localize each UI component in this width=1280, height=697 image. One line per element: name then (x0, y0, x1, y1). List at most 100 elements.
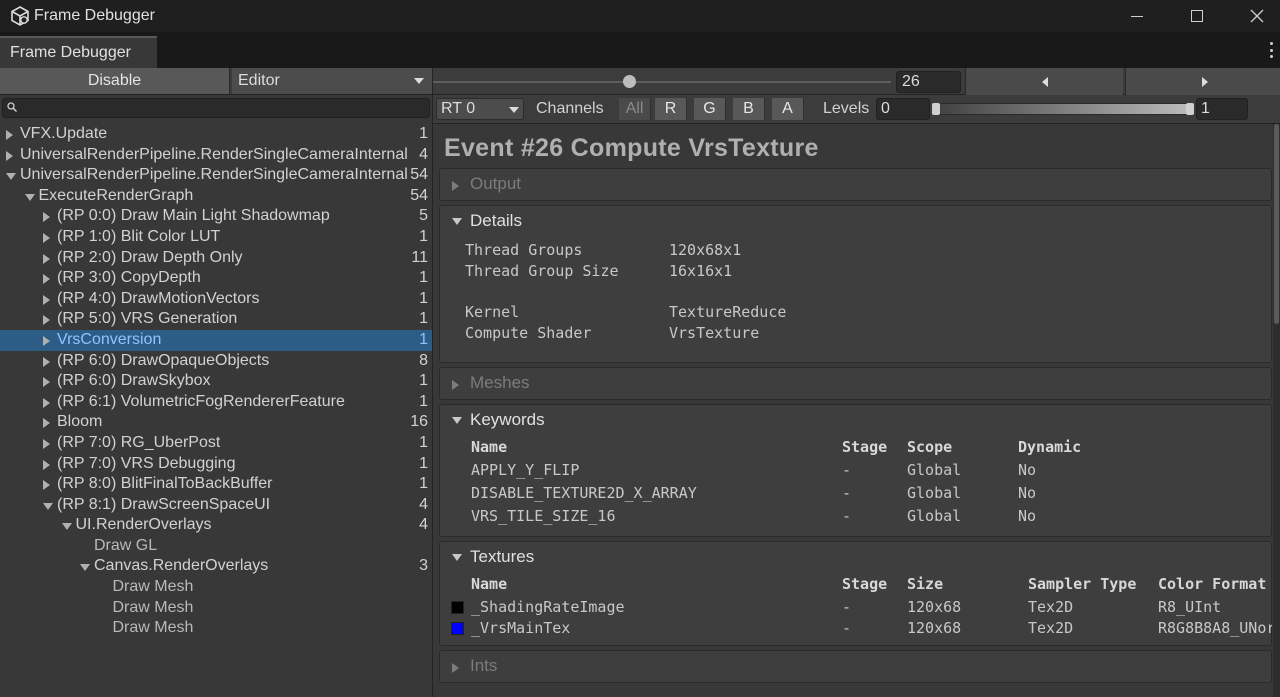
tree-item-label: (RP 8:0) BlitFinalToBackBuffer (57, 475, 273, 493)
chevron-right-icon[interactable] (43, 377, 50, 388)
chevron-down-icon (452, 417, 462, 424)
tree-item-count: 1 (419, 227, 428, 245)
tree-item[interactable]: UniversalRenderPipeline.RenderSingleCame… (0, 165, 432, 186)
tree-item[interactable]: (RP 8:0) BlitFinalToBackBuffer 1 (0, 474, 432, 495)
keyword-stage: - (842, 507, 852, 525)
column-header: Color Format (1158, 575, 1267, 593)
tree-item[interactable]: VrsConversion 1 (0, 329, 432, 351)
tree-item-label: (RP 6:1) VolumetricFogRendererFeature (57, 392, 345, 410)
search-input[interactable] (23, 99, 423, 117)
chevron-right-icon[interactable] (43, 232, 50, 243)
tree-item[interactable]: Draw Mesh (0, 577, 432, 598)
tree-item-label: (RP 8:1) DrawScreenSpaceUI (57, 495, 271, 513)
tree-item[interactable]: Draw Mesh (0, 618, 432, 639)
chevron-right-icon[interactable] (43, 418, 50, 429)
event-hierarchy-panel: Disable Editor VFX.Update 1 UniversalRende… (0, 68, 433, 697)
arrow-left-icon (1042, 77, 1048, 87)
details-header[interactable]: Details (470, 206, 522, 236)
tab-frame-debugger[interactable]: Frame Debugger (0, 36, 157, 68)
chevron-down-icon[interactable] (6, 173, 16, 181)
tree-item[interactable]: Draw GL (0, 536, 432, 557)
tree-item[interactable]: (RP 7:0) VRS Debugging 1 (0, 454, 432, 475)
tree-item[interactable]: (RP 4:0) DrawMotionVectors 1 (0, 289, 432, 310)
tree-item[interactable]: Draw Mesh (0, 598, 432, 619)
texture-color-format: R8G8B8A8_UNorm (1158, 619, 1272, 637)
chevron-right-icon[interactable] (43, 212, 50, 223)
event-slider-track[interactable] (433, 81, 891, 83)
more-options-icon[interactable] (1270, 42, 1274, 58)
chevron-right-icon[interactable] (6, 130, 13, 140)
texture-name[interactable]: _ShadingRateImage (471, 598, 625, 616)
ints-header[interactable]: Ints (470, 651, 497, 681)
search-field[interactable] (2, 98, 430, 118)
chevron-down-icon[interactable] (24, 193, 35, 201)
tree-item[interactable]: ExecuteRenderGraph 54 (0, 186, 432, 207)
meshes-header[interactable]: Meshes (470, 368, 530, 398)
column-header: Stage (842, 575, 888, 593)
tree-item[interactable]: (RP 6:1) VolumetricFogRendererFeature 1 (0, 392, 432, 413)
texture-name[interactable]: _VrsMainTex (471, 619, 570, 637)
meshes-section[interactable]: Meshes (439, 367, 1272, 400)
chevron-down-icon[interactable] (61, 523, 72, 531)
next-event-button[interactable] (1125, 68, 1280, 95)
chevron-down-icon[interactable] (43, 502, 53, 510)
tree-item[interactable]: UI.RenderOverlays 4 (0, 515, 432, 536)
output-header[interactable]: Output (470, 169, 521, 199)
channel-r-button[interactable]: R (655, 98, 687, 120)
chevron-right-icon[interactable] (43, 459, 50, 470)
tree-item[interactable]: (RP 1:0) Blit Color LUT 1 (0, 227, 432, 248)
levels-range-slider[interactable] (932, 103, 1194, 115)
output-section[interactable]: Output (439, 168, 1272, 201)
tree-item[interactable]: (RP 6:0) DrawOpaqueObjects 8 (0, 351, 432, 372)
chevron-right-icon[interactable] (43, 480, 50, 491)
chevron-right-icon[interactable] (43, 253, 50, 264)
tree-item-count: 3 (419, 557, 428, 575)
keywords-section: Keywords Name Stage Scope Dynamic APPLY_… (439, 404, 1272, 537)
tree-item[interactable]: Canvas.RenderOverlays 3 (0, 556, 432, 577)
textures-header[interactable]: Textures (470, 542, 534, 572)
tree-item-label: UI.RenderOverlays (75, 516, 212, 534)
ints-section[interactable]: Ints (439, 650, 1272, 683)
previous-event-button[interactable] (965, 68, 1123, 95)
maximize-button[interactable] (1168, 0, 1226, 32)
disable-button[interactable]: Disable (0, 68, 230, 94)
tree-item[interactable]: (RP 3:0) CopyDepth 1 (0, 268, 432, 289)
search-icon (7, 102, 17, 112)
tree-item[interactable]: UniversalRenderPipeline.RenderSingleCame… (0, 145, 432, 166)
channel-a-button[interactable]: A (772, 98, 804, 120)
texture-stage: - (842, 619, 852, 637)
channel-all-button[interactable]: All (619, 98, 651, 120)
channel-g-button[interactable]: G (694, 98, 726, 120)
event-index-field[interactable]: 26 (896, 71, 961, 93)
tree-item[interactable]: (RP 6:0) DrawSkybox 1 (0, 371, 432, 392)
chevron-right-icon[interactable] (43, 274, 50, 285)
detail-key: Compute Shader (465, 324, 592, 342)
chevron-right-icon[interactable] (43, 397, 50, 408)
keywords-header[interactable]: Keywords (470, 405, 545, 435)
levels-min-field[interactable]: 0 (876, 98, 930, 120)
chevron-right-icon[interactable] (43, 294, 50, 305)
tree-item[interactable]: (RP 0:0) Draw Main Light Shadowmap 5 (0, 206, 432, 227)
chevron-right-icon[interactable] (43, 356, 50, 367)
chevron-right-icon[interactable] (43, 335, 50, 346)
chevron-down-icon[interactable] (80, 564, 90, 572)
render-target-dropdown[interactable]: RT 0 (436, 98, 524, 120)
tree-item[interactable]: (RP 8:1) DrawScreenSpaceUI 4 (0, 495, 432, 516)
chevron-right-icon[interactable] (43, 438, 50, 449)
vertical-scrollbar[interactable] (1273, 124, 1280, 697)
channel-b-button[interactable]: B (733, 98, 765, 120)
tree-item[interactable]: (RP 5:0) VRS Generation 1 (0, 309, 432, 330)
tree-item-label: Canvas.RenderOverlays (94, 557, 269, 575)
tree-item[interactable]: Bloom 16 (0, 412, 432, 433)
close-button[interactable] (1228, 0, 1280, 32)
tree-item[interactable]: (RP 2:0) Draw Depth Only 11 (0, 248, 432, 269)
chevron-right-icon[interactable] (6, 150, 13, 161)
scrollbar-thumb[interactable] (1274, 124, 1279, 324)
minimize-button[interactable] (1108, 0, 1166, 32)
levels-max-field[interactable]: 1 (1196, 98, 1248, 120)
target-dropdown[interactable]: Editor (232, 68, 432, 94)
tree-item[interactable]: (RP 7:0) RG_UberPost 1 (0, 433, 432, 454)
tree-item[interactable]: VFX.Update 1 (0, 124, 432, 145)
event-slider-thumb[interactable] (623, 75, 636, 88)
chevron-right-icon[interactable] (43, 315, 50, 326)
